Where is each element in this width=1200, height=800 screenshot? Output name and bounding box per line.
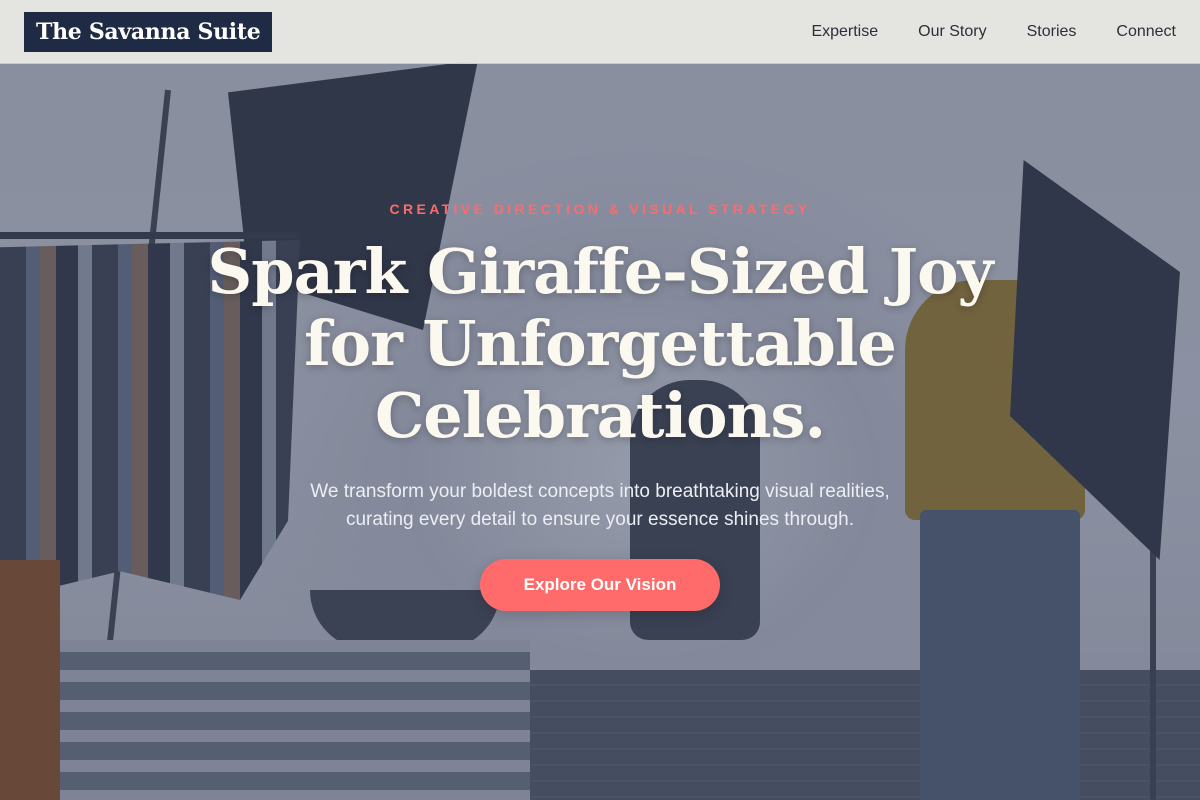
brand-logo[interactable]: The Savanna Suite [24, 12, 273, 52]
hero-section: CREATIVE DIRECTION & VISUAL STRATEGY Spa… [0, 64, 1200, 800]
nav-link-our-story[interactable]: Our Story [918, 23, 986, 41]
hero-headline: Spark Giraffe-Sized Joy for Unforgettabl… [150, 236, 1050, 452]
nav-menu: Expertise Our Story Stories Connect [811, 0, 1176, 64]
hero-subheadline: We transform your boldest concepts into … [250, 478, 950, 534]
hero-subheadline-line-2: curating every detail to ensure your ess… [345, 509, 855, 530]
nav-link-connect[interactable]: Connect [1116, 23, 1176, 41]
explore-vision-button[interactable]: Explore Our Vision [480, 559, 720, 611]
landing-page: The Savanna Suite Expertise Our Story St… [0, 0, 1200, 800]
hero-headline-line-3: Celebrations. [374, 379, 826, 452]
nav-link-stories[interactable]: Stories [1027, 23, 1077, 41]
nav-link-expertise[interactable]: Expertise [811, 23, 878, 41]
top-navbar: The Savanna Suite Expertise Our Story St… [0, 0, 1200, 64]
hero-headline-line-2: for Unforgettable [304, 307, 897, 380]
hero-subheadline-line-1: We transform your boldest concepts into … [310, 481, 890, 502]
hero-eyebrow: CREATIVE DIRECTION & VISUAL STRATEGY [389, 201, 811, 217]
hero-headline-line-1: Spark Giraffe-Sized Joy [207, 235, 994, 308]
